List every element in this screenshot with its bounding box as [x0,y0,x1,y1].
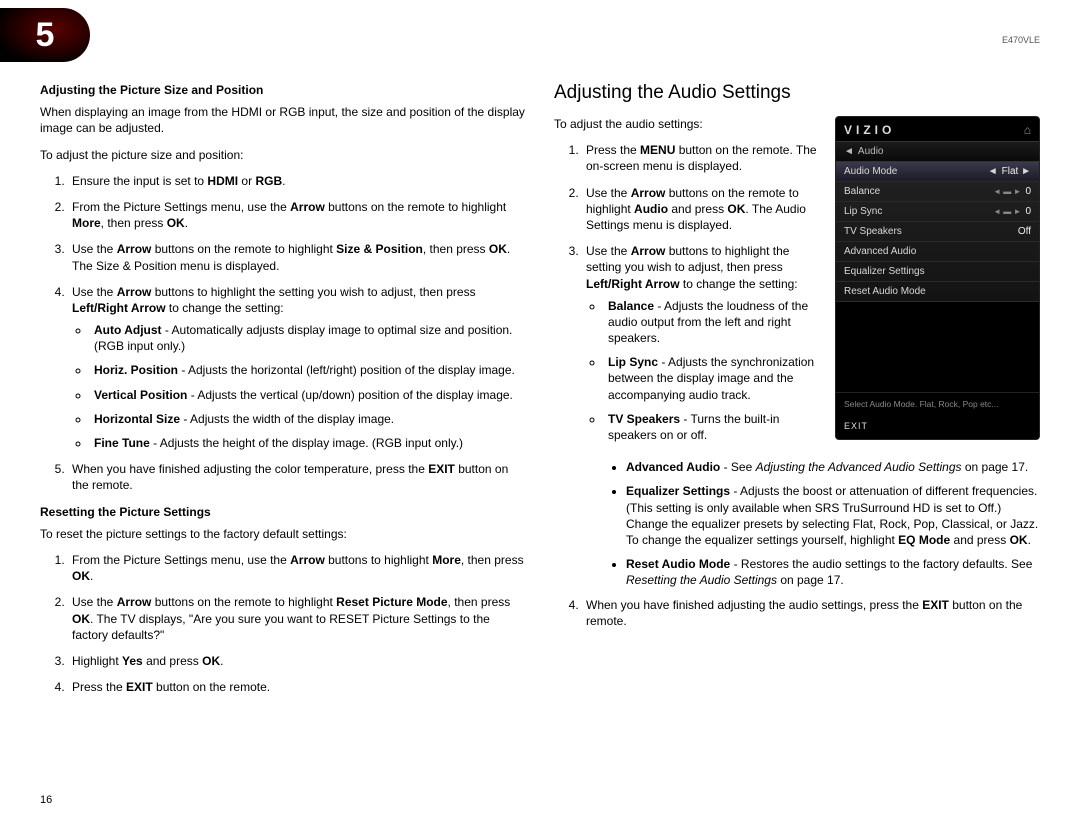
list-item: TV Speakers - Turns the built-in speaker… [604,411,844,443]
osd-menu: Audio Mode ◄Flat ► Balance ◄ ▬ ►0 Lip Sy… [836,162,1039,392]
para: To reset the picture settings to the fac… [40,526,526,542]
list-item: Use the Arrow buttons to highlight the s… [582,243,852,443]
chevron-left-icon: ◄ [844,146,854,157]
list-item: Equalizer Settings - Adjusts the boost o… [626,483,1040,548]
list-item: From the Picture Settings menu, use the … [68,199,526,231]
osd-row-tvspeakers: TV Speakers Off [836,222,1039,242]
osd-breadcrumb: ◄Audio [836,141,1039,162]
para: When displaying an image from the HDMI o… [40,104,526,136]
section-title-audio: Adjusting the Audio Settings [554,82,1040,104]
chevron-left-icon: ◄ [988,166,998,177]
list-item: Ensure the input is set to HDMI or RGB. [68,173,526,189]
list-item: Auto Adjust - Automatically adjusts disp… [90,322,526,354]
list-item: Press the MENU button on the remote. The… [582,142,852,174]
list-item: Press the EXIT button on the remote. [68,679,526,695]
osd-row-advanced: Advanced Audio [836,242,1039,262]
list-item: Reset Audio Mode - Restores the audio se… [626,556,1040,588]
audio-bullets-continued: Advanced Audio - See Adjusting the Advan… [608,459,1040,588]
page-number: 16 [40,794,52,806]
slider-icon: ◄ ▬ ► [993,187,1021,196]
osd-logo: VIZIO [844,123,895,137]
osd-exit: EXIT [836,415,1039,433]
list-item: Use the Arrow buttons on the remote to h… [68,594,526,643]
list-item: Use the Arrow buttons on the remote to h… [68,241,526,273]
osd-row-lipsync: Lip Sync ◄ ▬ ►0 [836,202,1039,222]
list-item: Advanced Audio - See Adjusting the Advan… [626,459,1040,475]
audio-steps: Press the MENU button on the remote. The… [554,142,852,443]
list-item: Fine Tune - Adjusts the height of the di… [90,435,526,451]
list-item: Use the Arrow buttons on the remote to h… [582,185,852,234]
picture-size-steps: Ensure the input is set to HDMI or RGB. … [40,173,526,494]
list-item: Highlight Yes and press OK. [68,653,526,669]
list-item: Vertical Position - Adjusts the vertical… [90,387,526,403]
osd-row-audio-mode: Audio Mode ◄Flat ► [836,162,1039,182]
chevron-right-icon: ► [1021,166,1031,177]
subhead-reset-picture: Resetting the Picture Settings [40,504,526,520]
audio-step4: When you have finished adjusting the aud… [554,597,1040,629]
right-column: Adjusting the Audio Settings VIZIO ⌂ ◄Au… [554,82,1040,705]
para: To adjust the picture size and position: [40,147,526,163]
chapter-number-tab: 5 [0,8,90,62]
slider-icon: ◄ ▬ ► [993,207,1021,216]
model-number: E470VLE [1002,35,1040,45]
list-item: Horizontal Size - Adjusts the width of t… [90,411,526,427]
osd-hint: Select Audio Mode. Flat, Rock, Pop etc..… [836,392,1039,415]
home-icon: ⌂ [1024,123,1031,137]
list-item: Use the Arrow buttons to highlight the s… [68,284,526,452]
list-item: When you have finished adjusting the col… [68,461,526,493]
subhead-picture-size: Adjusting the Picture Size and Position [40,82,526,98]
list-item: From the Picture Settings menu, use the … [68,552,526,584]
osd-row-reset: Reset Audio Mode [836,282,1039,302]
osd-row-eq: Equalizer Settings [836,262,1039,282]
list-item: When you have finished adjusting the aud… [582,597,1040,629]
list-item: Lip Sync - Adjusts the synchronization b… [604,354,844,403]
osd-row-balance: Balance ◄ ▬ ►0 [836,182,1039,202]
osd-screenshot: VIZIO ⌂ ◄Audio Audio Mode ◄Flat ► Balanc… [835,116,1040,440]
list-item: Balance - Adjusts the loudness of the au… [604,298,844,347]
reset-picture-steps: From the Picture Settings menu, use the … [40,552,526,695]
left-column: Adjusting the Picture Size and Position … [40,82,526,705]
list-item: Horiz. Position - Adjusts the horizontal… [90,362,526,378]
